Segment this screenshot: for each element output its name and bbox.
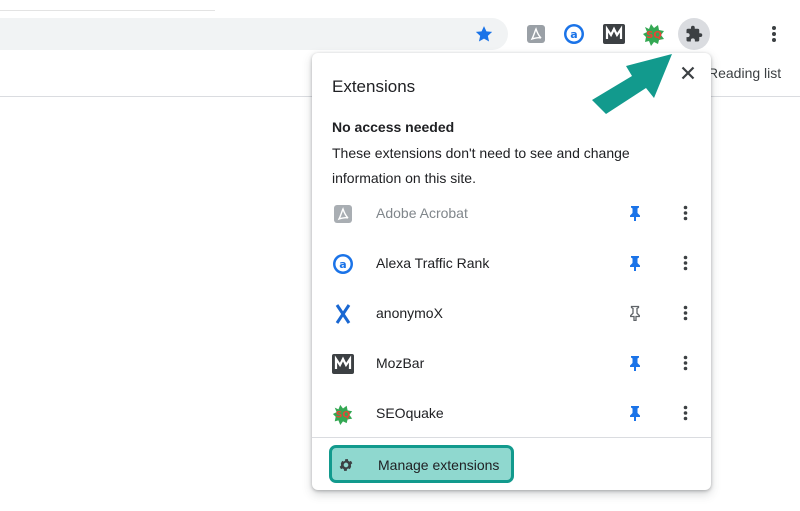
alexa-toolbar-icon[interactable]: a (562, 22, 586, 46)
pin-icon[interactable] (626, 204, 644, 222)
footer-divider (312, 437, 711, 438)
extension-row-adobe-acrobat[interactable]: Adobe Acrobat (312, 188, 711, 238)
more-vert-icon (683, 305, 687, 321)
extension-row-seoquake[interactable]: SQ SEOquake (312, 388, 711, 438)
more-vert-icon (772, 26, 776, 42)
pin-outline-icon[interactable] (626, 304, 644, 322)
puzzle-icon (686, 25, 703, 42)
manage-extensions-button[interactable]: Manage extensions (329, 445, 514, 483)
seoquake-toolbar-icon[interactable]: SQ (642, 22, 666, 46)
extensions-popup: Extensions No access needed These extens… (312, 53, 711, 490)
pin-icon[interactable] (626, 254, 644, 272)
section-heading: No access needed (332, 119, 455, 135)
reading-list-button[interactable]: Reading list (708, 65, 781, 81)
popup-title: Extensions (332, 77, 416, 96)
extensions-puzzle-button[interactable] (678, 18, 710, 50)
more-vert-icon (683, 355, 687, 371)
close-icon (681, 66, 695, 80)
extension-more-button[interactable] (676, 203, 694, 223)
pin-icon[interactable] (626, 404, 644, 422)
more-vert-icon (683, 405, 687, 421)
mozbar-icon (332, 353, 354, 375)
extension-name: Adobe Acrobat (376, 205, 468, 221)
anonymox-icon (332, 303, 354, 325)
section-description: These extensions don't need to see and c… (332, 145, 630, 186)
extension-name: anonymoX (376, 305, 443, 321)
extension-more-button[interactable] (676, 253, 694, 273)
pin-icon[interactable] (626, 354, 644, 372)
extension-row-anonymox[interactable]: anonymoX (312, 288, 711, 338)
svg-text:SQ: SQ (336, 410, 351, 421)
annotation-arrow-icon (592, 54, 672, 114)
svg-text:a: a (339, 258, 346, 271)
alexa-icon: a (332, 253, 354, 275)
more-vert-icon (683, 255, 687, 271)
address-bar[interactable] (0, 18, 508, 50)
browser-menu-button[interactable] (764, 22, 784, 46)
extension-more-button[interactable] (676, 403, 694, 423)
seoquake-icon: SQ (332, 403, 354, 425)
extension-row-mozbar[interactable]: MozBar (312, 338, 711, 388)
adobe-acrobat-toolbar-icon[interactable] (524, 22, 548, 46)
manage-extensions-label: Manage extensions (378, 457, 500, 473)
gear-icon (337, 456, 355, 474)
extension-name: MozBar (376, 355, 425, 371)
adobe-acrobat-icon (332, 203, 354, 225)
extension-row-alexa-traffic-rank[interactable]: a Alexa Traffic Rank (312, 238, 711, 288)
extension-more-button[interactable] (676, 303, 694, 323)
mozbar-toolbar-icon[interactable] (602, 22, 626, 46)
bookmark-star-icon[interactable] (474, 24, 494, 44)
extension-more-button[interactable] (676, 353, 694, 373)
extension-name: Alexa Traffic Rank (376, 255, 490, 271)
more-vert-icon (683, 205, 687, 221)
extension-name: SEOquake (376, 405, 444, 421)
extension-list: Adobe Acrobat a Alexa Traffic Rank anony… (312, 188, 711, 438)
svg-text:SQ: SQ (646, 30, 662, 41)
svg-text:a: a (570, 28, 577, 41)
